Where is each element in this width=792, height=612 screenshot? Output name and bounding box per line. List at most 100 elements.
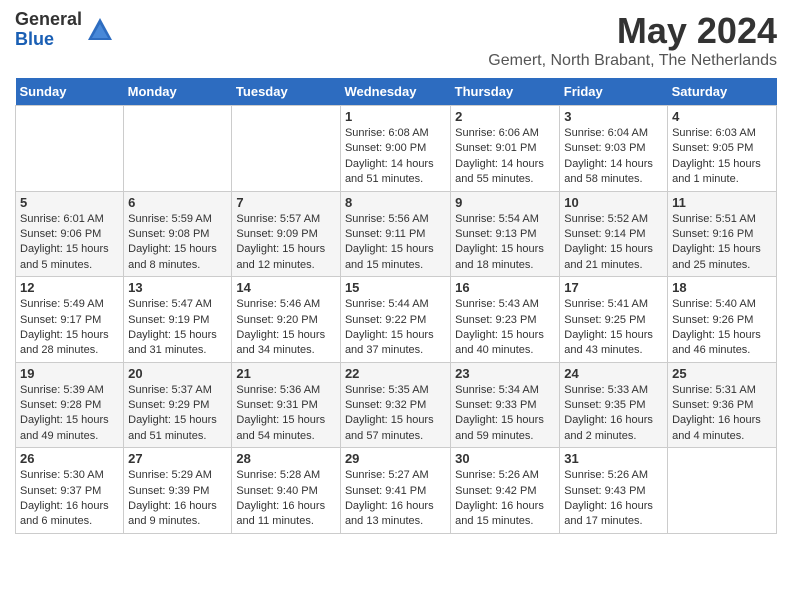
calendar-cell: 12 Sunrise: 5:49 AMSunset: 9:17 PMDayligh…: [16, 277, 124, 363]
day-number: 27: [128, 451, 227, 466]
day-number: 23: [455, 366, 555, 381]
column-header-thursday: Thursday: [451, 78, 560, 106]
calendar-cell: 26 Sunrise: 5:30 AMSunset: 9:37 PMDayligh…: [16, 448, 124, 534]
calendar-cell: 5 Sunrise: 6:01 AMSunset: 9:06 PMDaylight…: [16, 191, 124, 277]
column-header-wednesday: Wednesday: [340, 78, 450, 106]
day-number: 8: [345, 195, 446, 210]
day-number: 13: [128, 280, 227, 295]
calendar-cell: 14 Sunrise: 5:46 AMSunset: 9:20 PMDayligh…: [232, 277, 341, 363]
day-detail: Sunrise: 5:35 AMSunset: 9:32 PMDaylight:…: [345, 383, 446, 445]
day-number: 9: [455, 195, 555, 210]
day-number: 29: [345, 451, 446, 466]
day-number: 31: [564, 451, 663, 466]
day-number: 1: [345, 109, 446, 124]
logo: General Blue: [15, 10, 114, 50]
day-detail: Sunrise: 5:34 AMSunset: 9:33 PMDaylight:…: [455, 383, 555, 445]
calendar-week-row: 26 Sunrise: 5:30 AMSunset: 9:37 PMDayligh…: [16, 448, 777, 534]
title-section: May 2024 Gemert, North Brabant, The Neth…: [488, 10, 777, 70]
calendar-cell: 29 Sunrise: 5:27 AMSunset: 9:41 PMDayligh…: [340, 448, 450, 534]
column-header-sunday: Sunday: [16, 78, 124, 106]
day-detail: Sunrise: 5:49 AMSunset: 9:17 PMDaylight:…: [20, 297, 119, 359]
day-detail: Sunrise: 5:39 AMSunset: 9:28 PMDaylight:…: [20, 383, 119, 445]
calendar-cell: [668, 448, 777, 534]
calendar-week-row: 19 Sunrise: 5:39 AMSunset: 9:28 PMDayligh…: [16, 362, 777, 448]
calendar-cell: 17Sunrise: 5:41 AMSunset: 9:25 PMDayligh…: [560, 277, 668, 363]
day-number: 24: [564, 366, 663, 381]
calendar-cell: [16, 106, 124, 192]
calendar-cell: 4Sunrise: 6:03 AMSunset: 9:05 PMDaylight…: [668, 106, 777, 192]
logo-blue: Blue: [15, 30, 82, 50]
day-number: 6: [128, 195, 227, 210]
day-detail: Sunrise: 5:40 AMSunset: 9:26 PMDaylight:…: [672, 297, 772, 359]
day-number: 5: [20, 195, 119, 210]
day-detail: Sunrise: 5:26 AMSunset: 9:42 PMDaylight:…: [455, 468, 555, 530]
calendar-week-row: 5 Sunrise: 6:01 AMSunset: 9:06 PMDaylight…: [16, 191, 777, 277]
calendar-cell: 18Sunrise: 5:40 AMSunset: 9:26 PMDayligh…: [668, 277, 777, 363]
column-header-friday: Friday: [560, 78, 668, 106]
calendar-cell: 6 Sunrise: 5:59 AMSunset: 9:08 PMDaylight…: [124, 191, 232, 277]
calendar-cell: 1 Sunrise: 6:08 AMSunset: 9:00 PMDaylight…: [340, 106, 450, 192]
day-detail: Sunrise: 5:37 AMSunset: 9:29 PMDaylight:…: [128, 383, 227, 445]
day-number: 26: [20, 451, 119, 466]
calendar-cell: 11 Sunrise: 5:51 AMSunset: 9:16 PMDayligh…: [668, 191, 777, 277]
calendar-table: SundayMondayTuesdayWednesdayThursdayFrid…: [15, 78, 777, 534]
calendar-cell: [124, 106, 232, 192]
calendar-cell: 10 Sunrise: 5:52 AMSunset: 9:14 PMDayligh…: [560, 191, 668, 277]
day-detail: Sunrise: 5:26 AMSunset: 9:43 PMDaylight:…: [564, 468, 663, 530]
calendar-cell: 16 Sunrise: 5:43 AMSunset: 9:23 PMDayligh…: [451, 277, 560, 363]
day-number: 3: [564, 109, 663, 124]
page-header: General Blue May 2024 Gemert, North Brab…: [15, 10, 777, 70]
day-number: 12: [20, 280, 119, 295]
day-detail: Sunrise: 5:31 AMSunset: 9:36 PMDaylight:…: [672, 383, 772, 445]
day-detail: Sunrise: 5:36 AMSunset: 9:31 PMDaylight:…: [236, 383, 336, 445]
day-detail: Sunrise: 5:59 AMSunset: 9:08 PMDaylight:…: [128, 212, 227, 274]
day-detail: Sunrise: 5:56 AMSunset: 9:11 PMDaylight:…: [345, 212, 446, 274]
column-header-monday: Monday: [124, 78, 232, 106]
day-number: 15: [345, 280, 446, 295]
day-detail: Sunrise: 5:41 AMSunset: 9:25 PMDaylight:…: [564, 297, 663, 359]
day-detail: Sunrise: 6:01 AMSunset: 9:06 PMDaylight:…: [20, 212, 119, 274]
calendar-cell: 24 Sunrise: 5:33 AMSunset: 9:35 PMDayligh…: [560, 362, 668, 448]
day-number: 7: [236, 195, 336, 210]
day-detail: Sunrise: 5:47 AMSunset: 9:19 PMDaylight:…: [128, 297, 227, 359]
logo-general: General: [15, 10, 82, 30]
day-number: 20: [128, 366, 227, 381]
day-detail: Sunrise: 5:30 AMSunset: 9:37 PMDaylight:…: [20, 468, 119, 530]
day-detail: Sunrise: 5:43 AMSunset: 9:23 PMDaylight:…: [455, 297, 555, 359]
calendar-cell: 13 Sunrise: 5:47 AMSunset: 9:19 PMDayligh…: [124, 277, 232, 363]
day-number: 11: [672, 195, 772, 210]
day-detail: Sunrise: 5:51 AMSunset: 9:16 PMDaylight:…: [672, 212, 772, 274]
day-number: 30: [455, 451, 555, 466]
day-detail: Sunrise: 6:04 AMSunset: 9:03 PMDaylight:…: [564, 126, 663, 188]
day-detail: Sunrise: 5:29 AMSunset: 9:39 PMDaylight:…: [128, 468, 227, 530]
day-number: 14: [236, 280, 336, 295]
day-detail: Sunrise: 5:46 AMSunset: 9:20 PMDaylight:…: [236, 297, 336, 359]
logo-icon: [86, 16, 114, 44]
calendar-cell: 27 Sunrise: 5:29 AMSunset: 9:39 PMDayligh…: [124, 448, 232, 534]
day-number: 10: [564, 195, 663, 210]
day-detail: Sunrise: 5:33 AMSunset: 9:35 PMDaylight:…: [564, 383, 663, 445]
calendar-cell: 20 Sunrise: 5:37 AMSunset: 9:29 PMDayligh…: [124, 362, 232, 448]
day-number: 28: [236, 451, 336, 466]
day-detail: Sunrise: 5:27 AMSunset: 9:41 PMDaylight:…: [345, 468, 446, 530]
calendar-cell: 23 Sunrise: 5:34 AMSunset: 9:33 PMDayligh…: [451, 362, 560, 448]
calendar-cell: 25 Sunrise: 5:31 AMSunset: 9:36 PMDayligh…: [668, 362, 777, 448]
calendar-cell: 21 Sunrise: 5:36 AMSunset: 9:31 PMDayligh…: [232, 362, 341, 448]
day-detail: Sunrise: 5:52 AMSunset: 9:14 PMDaylight:…: [564, 212, 663, 274]
day-detail: Sunrise: 5:28 AMSunset: 9:40 PMDaylight:…: [236, 468, 336, 530]
location-subtitle: Gemert, North Brabant, The Netherlands: [488, 52, 777, 70]
day-number: 16: [455, 280, 555, 295]
day-number: 21: [236, 366, 336, 381]
day-number: 22: [345, 366, 446, 381]
day-number: 19: [20, 366, 119, 381]
calendar-cell: 7 Sunrise: 5:57 AMSunset: 9:09 PMDaylight…: [232, 191, 341, 277]
calendar-cell: 2Sunrise: 6:06 AMSunset: 9:01 PMDaylight…: [451, 106, 560, 192]
day-number: 25: [672, 366, 772, 381]
calendar-cell: 28 Sunrise: 5:28 AMSunset: 9:40 PMDayligh…: [232, 448, 341, 534]
calendar-cell: 15Sunrise: 5:44 AMSunset: 9:22 PMDayligh…: [340, 277, 450, 363]
calendar-cell: 30 Sunrise: 5:26 AMSunset: 9:42 PMDayligh…: [451, 448, 560, 534]
day-number: 2: [455, 109, 555, 124]
day-detail: Sunrise: 5:57 AMSunset: 9:09 PMDaylight:…: [236, 212, 336, 274]
calendar-cell: [232, 106, 341, 192]
day-detail: Sunrise: 6:08 AMSunset: 9:00 PMDaylight:…: [345, 126, 446, 188]
